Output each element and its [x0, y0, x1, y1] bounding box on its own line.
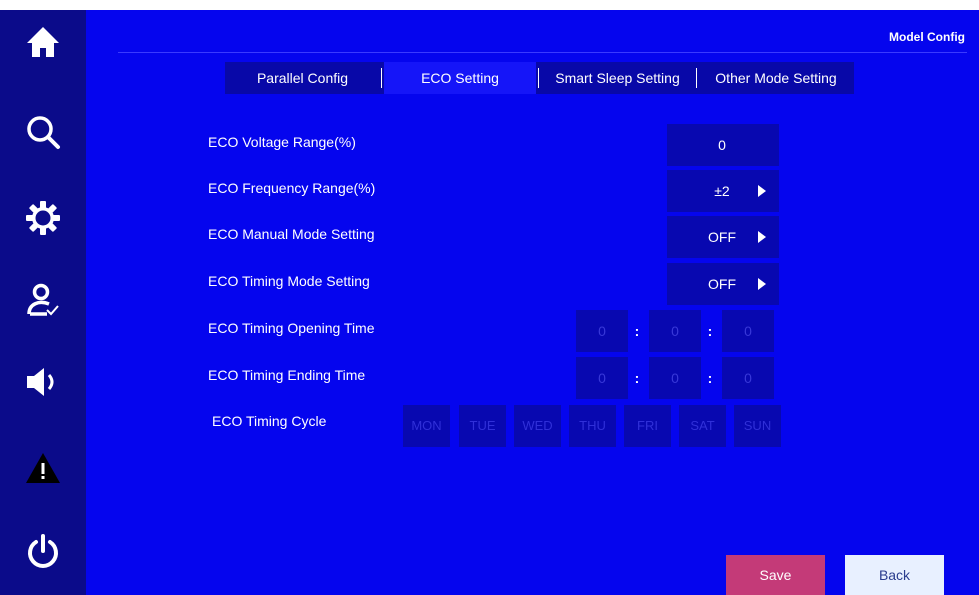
- eco-timing-cycle-label: ECO Timing Cycle: [212, 413, 327, 429]
- main-panel: Model Config Parallel Config ECO Setting…: [86, 10, 979, 595]
- tab-smart-sleep-setting[interactable]: Smart Sleep Setting: [540, 62, 695, 94]
- eco-manual-mode-value: OFF: [708, 229, 736, 245]
- time-colon: :: [707, 370, 713, 386]
- home-icon: [27, 27, 59, 57]
- sidebar: [0, 10, 86, 595]
- tab-eco-setting[interactable]: ECO Setting: [384, 62, 536, 94]
- eco-timing-mode-value: OFF: [708, 276, 736, 292]
- nav-alarm[interactable]: [0, 438, 86, 498]
- day-toggle-fri[interactable]: FRI: [624, 405, 671, 447]
- tab-separator: [538, 68, 539, 88]
- warning-icon: [26, 453, 60, 483]
- nav-power[interactable]: [0, 522, 86, 582]
- ending-minute-input[interactable]: 0: [649, 357, 701, 399]
- tab-separator: [696, 68, 697, 88]
- eco-frequency-range-label: ECO Frequency Range(%): [208, 180, 376, 196]
- nav-home[interactable]: [0, 12, 86, 72]
- ending-second-input[interactable]: 0: [722, 357, 774, 399]
- day-toggle-tue[interactable]: TUE: [459, 405, 506, 447]
- tab-parallel-config[interactable]: Parallel Config: [225, 62, 380, 94]
- power-icon: [28, 534, 58, 568]
- day-toggle-wed[interactable]: WED: [514, 405, 561, 447]
- eco-manual-mode-select[interactable]: OFF: [667, 216, 779, 258]
- nav-user[interactable]: [0, 270, 86, 330]
- ending-hour-input[interactable]: 0: [576, 357, 628, 399]
- day-toggle-sun[interactable]: SUN: [734, 405, 781, 447]
- eco-frequency-range-value: ±2: [714, 183, 730, 199]
- settings-gear-icon: [26, 201, 60, 235]
- eco-voltage-range-value: 0: [718, 137, 726, 153]
- arrow-right-icon: [758, 231, 766, 243]
- day-toggle-sat[interactable]: SAT: [679, 405, 726, 447]
- arrow-right-icon: [758, 185, 766, 197]
- tab-separator: [381, 68, 382, 88]
- time-colon: :: [707, 323, 713, 339]
- eco-timing-opening-time-label: ECO Timing Opening Time: [208, 320, 375, 336]
- tab-bar: Parallel Config ECO Setting Smart Sleep …: [225, 62, 854, 94]
- day-toggle-thu[interactable]: THU: [569, 405, 616, 447]
- save-button[interactable]: Save: [726, 555, 825, 595]
- back-button[interactable]: Back: [845, 555, 944, 595]
- eco-frequency-range-select[interactable]: ±2: [667, 170, 779, 212]
- eco-timing-mode-select[interactable]: OFF: [667, 263, 779, 305]
- eco-manual-mode-label: ECO Manual Mode Setting: [208, 226, 375, 242]
- eco-timing-mode-label: ECO Timing Mode Setting: [208, 273, 370, 289]
- nav-audio[interactable]: [0, 352, 86, 412]
- tab-other-mode-setting[interactable]: Other Mode Setting: [698, 62, 854, 94]
- search-icon: [27, 116, 60, 149]
- page-title: Model Config: [889, 30, 965, 44]
- day-toggle-mon[interactable]: MON: [403, 405, 450, 447]
- eco-voltage-range-field[interactable]: 0: [667, 124, 779, 166]
- app-frame: Model Config Parallel Config ECO Setting…: [0, 10, 979, 595]
- speaker-icon: [27, 368, 54, 396]
- eco-timing-ending-time-label: ECO Timing Ending Time: [208, 367, 366, 383]
- opening-second-input[interactable]: 0: [722, 310, 774, 352]
- arrow-right-icon: [758, 278, 766, 290]
- opening-minute-input[interactable]: 0: [649, 310, 701, 352]
- time-colon: :: [634, 370, 640, 386]
- nav-search[interactable]: [0, 102, 86, 162]
- user-check-icon: [27, 283, 59, 316]
- eco-voltage-range-label: ECO Voltage Range(%): [208, 134, 356, 150]
- header-divider: [118, 52, 967, 53]
- opening-hour-input[interactable]: 0: [576, 310, 628, 352]
- time-colon: :: [634, 323, 640, 339]
- nav-settings[interactable]: [0, 188, 86, 248]
